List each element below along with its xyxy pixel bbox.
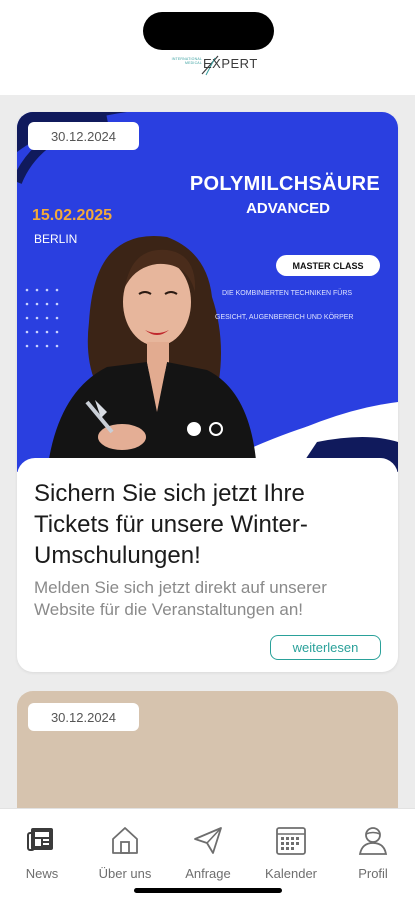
tab-about[interactable]: Über uns <box>85 823 165 881</box>
banner-city: BERLIN <box>34 232 78 246</box>
calendar-icon <box>276 827 306 855</box>
news-date-badge: 30.12.2024 <box>28 122 139 150</box>
bottom-tab-bar: News Über uns Anfrage Kalender Profil <box>0 808 415 900</box>
banner-title: POLYMILCHSÄURE <box>189 173 380 195</box>
news-excerpt: Melden Sie sich jetzt direkt auf unserer… <box>34 578 327 619</box>
news-banner-image[interactable]: 30.12.2024 POLYMILCHSÄURE ADVANCED 15.02… <box>17 112 398 472</box>
tab-label: Kalender <box>264 866 318 881</box>
logo-subtitle: INTERNATIONAL MEDICAL <box>171 57 202 65</box>
read-more-button[interactable]: weiterlesen <box>270 635 381 660</box>
logo-wordmark: EXPERT <box>203 56 258 71</box>
news-card[interactable]: 30.12.2024 <box>17 691 398 821</box>
tab-profile[interactable]: Profil <box>333 823 413 881</box>
app-header: INTERNATIONAL MEDICAL EXPERT <box>0 0 415 95</box>
tab-label: Anfrage <box>185 866 231 881</box>
news-date-badge: 30.12.2024 <box>28 703 139 731</box>
tab-label: Profil <box>358 866 388 881</box>
newspaper-icon <box>27 828 53 851</box>
banner-description-line2: GESICHT, AUGENBEREICH UND KÖRPER <box>215 314 354 321</box>
home-indicator <box>134 888 282 893</box>
house-icon <box>112 827 138 854</box>
tab-label: News <box>25 866 59 881</box>
news-text-panel: Sichern Sie sich jetzt Ihre Tickets für … <box>17 458 398 672</box>
paper-plane-icon <box>194 827 222 854</box>
news-headline: Sichern Sie sich jetzt Ihre Tickets für … <box>34 480 308 569</box>
master-class-badge: MASTER CLASS <box>276 255 380 276</box>
carousel-dot-active[interactable] <box>187 422 201 436</box>
person-icon <box>358 827 388 855</box>
carousel-indicator[interactable] <box>187 422 223 436</box>
tab-label: Über uns <box>98 866 152 881</box>
banner-description-line1: DIE KOMBINIERTEN TECHNIKEN FÜRS <box>222 290 353 297</box>
banner-subtitle: ADVANCED <box>246 200 330 217</box>
news-card[interactable]: 30.12.2024 POLYMILCHSÄURE ADVANCED 15.02… <box>17 112 398 672</box>
tab-news[interactable]: News <box>2 823 82 881</box>
app-logo: INTERNATIONAL MEDICAL EXPERT <box>160 54 260 78</box>
device-notch <box>143 12 274 50</box>
tab-calendar[interactable]: Kalender <box>251 823 331 881</box>
carousel-dot[interactable] <box>209 422 223 436</box>
tab-inquiry[interactable]: Anfrage <box>168 823 248 881</box>
woman-portrait <box>47 236 257 472</box>
banner-event-date: 15.02.2025 <box>32 207 113 224</box>
